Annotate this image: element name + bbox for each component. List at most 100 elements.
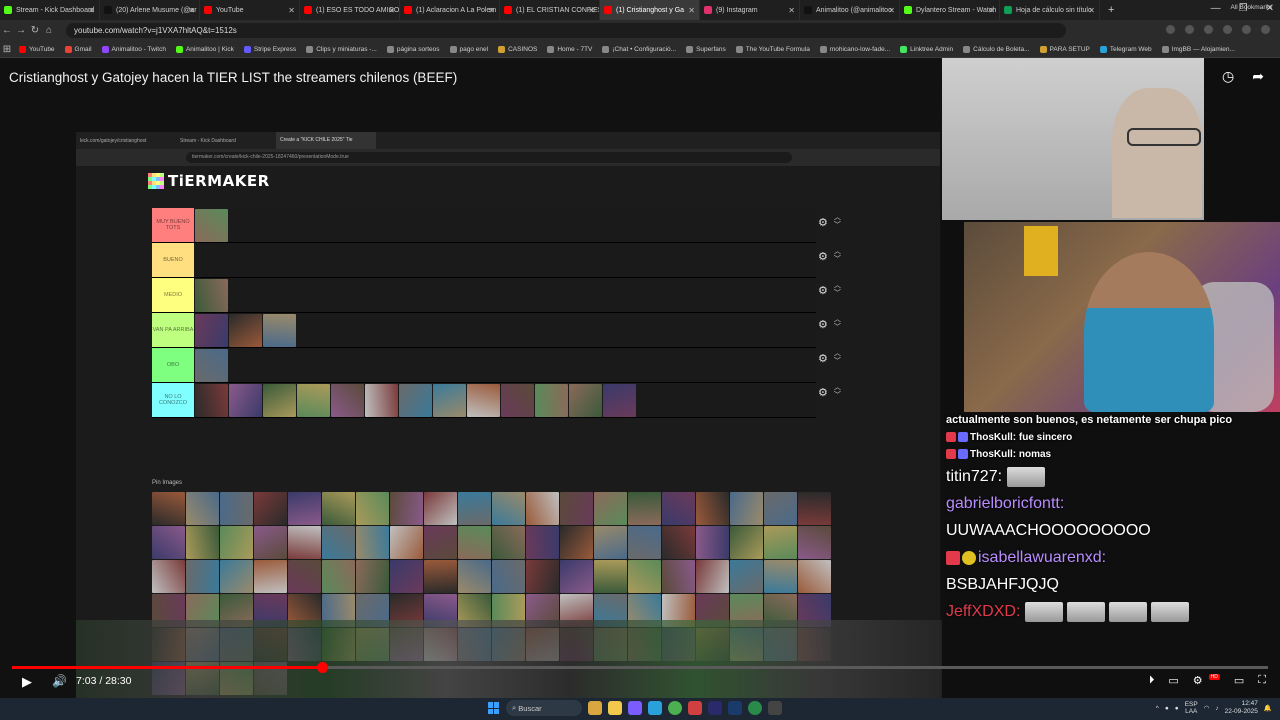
widgets-icon[interactable] [588,701,602,715]
wifi-icon[interactable]: ◠ [1204,704,1210,712]
bookmark-item[interactable]: The YouTube Formula [731,45,815,53]
streamer-thumbnail[interactable] [254,560,287,593]
video-progress-bar[interactable] [12,662,1268,673]
settings-gear-icon[interactable]: ⚙ [1193,674,1203,687]
tab-close-icon[interactable]: ✕ [788,6,795,15]
streamer-thumbnail[interactable] [186,492,219,525]
app-icon[interactable] [628,701,642,715]
speaker-icon[interactable]: ♪ [1215,705,1218,712]
streamer-thumbnail[interactable] [458,492,491,525]
streamer-thumbnail[interactable] [186,560,219,593]
tier-label[interactable]: OBO [152,348,194,382]
streamer-thumbnail[interactable] [390,492,423,525]
autoplay-toggle-icon[interactable]: ⏵ [1149,674,1155,687]
forward-icon[interactable]: → [14,25,28,36]
streamer-thumbnail[interactable] [526,526,559,559]
all-bookmarks-link[interactable]: All Bookmarks [1230,4,1272,11]
tier-down-icon[interactable]: ﹀ [834,358,841,366]
streamer-thumbnail[interactable] [424,492,457,525]
streamer-thumbnail[interactable] [764,560,797,593]
bookmark-item[interactable]: Animalitoo - Twitch [97,45,171,53]
tier-down-icon[interactable]: ﹀ [834,256,841,264]
tier-settings-gear-icon[interactable]: ⚙ [818,284,828,297]
tier-label[interactable]: MEDIO [152,278,194,312]
home-icon[interactable]: ⌂ [42,25,56,36]
streamer-thumbnail[interactable] [288,526,321,559]
tier-up-icon[interactable]: ︿ [834,350,841,358]
streamer-thumbnail[interactable] [263,383,296,417]
tab-close-icon[interactable]: ✕ [188,6,195,15]
streamer-thumbnail[interactable] [356,560,389,593]
streamer-thumbnail[interactable] [399,383,432,417]
bookmark-item[interactable]: YouTube [14,45,60,53]
streamer-thumbnail[interactable] [195,383,228,417]
tab-close-icon[interactable]: ✕ [88,6,95,15]
bookmark-item[interactable]: PARA SETUP [1035,45,1095,53]
browser-tab[interactable]: Stream - Kick Dashboard ✕ [0,0,100,20]
streamer-thumbnail[interactable] [220,526,253,559]
browser-tab[interactable]: YouTube ✕ [200,0,300,20]
app-icon[interactable] [648,701,662,715]
tier-up-icon[interactable]: ︿ [834,384,841,392]
browser-tab[interactable]: (9) Instagram ✕ [700,0,800,20]
tier-down-icon[interactable]: ﹀ [834,324,841,332]
tier-label[interactable]: NO LO CONOZCO [152,383,194,417]
streamer-thumbnail[interactable] [195,208,228,242]
streamer-thumbnail[interactable] [628,526,661,559]
streamer-thumbnail[interactable] [288,560,321,593]
streamer-thumbnail[interactable] [229,383,262,417]
streamer-thumbnail[interactable] [662,492,695,525]
streamer-thumbnail[interactable] [254,526,287,559]
tier-down-icon[interactable]: ﹀ [834,392,841,400]
streamer-thumbnail[interactable] [424,526,457,559]
tier-label[interactable]: MUY BUENO TOTS [152,208,194,242]
taskbar-search-input[interactable]: ⌕ Buscar [506,700,582,716]
streamer-thumbnail[interactable] [356,526,389,559]
app-icon[interactable] [768,701,782,715]
bookmark-item[interactable]: página sorteos [382,45,445,53]
streamer-thumbnail[interactable] [152,560,185,593]
notifications-icon[interactable]: 🔔 [1264,704,1272,712]
browser-tab[interactable]: (1) Cristianghost y Ga ✕ [600,0,700,20]
streamer-thumbnail[interactable] [526,560,559,593]
reload-icon[interactable]: ↻ [28,25,42,36]
streamer-thumbnail[interactable] [297,383,330,417]
bookmark-item[interactable]: pago enel [445,45,494,53]
tier-up-icon[interactable]: ︿ [834,248,841,256]
streamer-thumbnail[interactable] [152,526,185,559]
streamer-thumbnail[interactable] [696,560,729,593]
tier-settings-gear-icon[interactable]: ⚙ [818,386,828,399]
streamer-thumbnail[interactable] [798,492,831,525]
menu-icon[interactable] [1261,25,1270,34]
streamer-thumbnail[interactable] [220,560,253,593]
windows-start-icon[interactable] [488,702,500,714]
streamer-thumbnail[interactable] [594,492,627,525]
tier-label[interactable]: VAN PA ARRIBA [152,313,194,347]
tab-close-icon[interactable]: ✕ [1088,6,1095,15]
extension-icon[interactable] [1166,25,1175,34]
streamer-thumbnail[interactable] [798,560,831,593]
streamer-thumbnail[interactable] [365,383,398,417]
extension-icon[interactable] [1204,25,1213,34]
streamer-thumbnail[interactable] [195,313,228,347]
streamer-thumbnail[interactable] [662,526,695,559]
streamer-thumbnail[interactable] [331,383,364,417]
tab-close-icon[interactable]: ✕ [388,6,395,15]
browser-tab[interactable]: (1) ESO ES TODO AMIGO ✕ [300,0,400,20]
tier-down-icon[interactable]: ﹀ [834,290,841,298]
tab-close-icon[interactable]: ✕ [588,6,595,15]
app-icon[interactable] [688,701,702,715]
streamer-thumbnail[interactable] [322,492,355,525]
subtitles-icon[interactable]: ▭ [1168,674,1178,687]
streamer-thumbnail[interactable] [535,383,568,417]
browser-tab[interactable]: Animalitoo (@animalitoo ✕ [800,0,900,20]
tab-close-icon[interactable]: ✕ [288,6,295,15]
tab-close-icon[interactable]: ✕ [888,6,895,15]
streamer-thumbnail[interactable] [152,492,185,525]
file-explorer-icon[interactable] [608,701,622,715]
volume-icon[interactable]: 🔊 [52,674,67,688]
streamer-thumbnail[interactable] [798,526,831,559]
tray-app-icon[interactable]: ● [1175,705,1179,712]
bookmark-item[interactable]: Animalitoo | Kick [171,45,239,53]
streamer-thumbnail[interactable] [526,492,559,525]
